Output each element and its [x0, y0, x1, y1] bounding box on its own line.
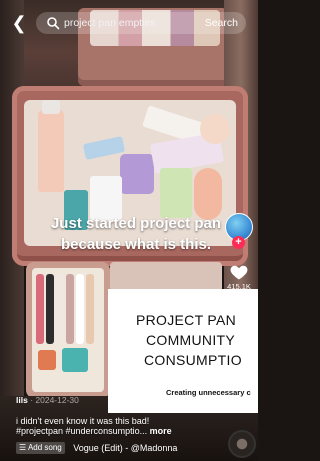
round-compact [200, 114, 230, 144]
video-overlay-caption: Just started project pan because what is… [50, 215, 222, 253]
lipstick [36, 274, 44, 344]
tube [56, 274, 64, 344]
song-title[interactable]: Vogue (Edit) - @Madonna [73, 442, 177, 454]
green-box [160, 168, 192, 218]
post-description[interactable]: i didn't even know it was this bad! #pro… [16, 416, 216, 436]
search-button[interactable]: Search [205, 16, 238, 30]
search-query-text[interactable]: project pan empties [64, 16, 156, 30]
tube [76, 274, 84, 344]
hashtags-line: #projectpan #underconsumptio... more [16, 426, 216, 436]
orange-jar [38, 350, 56, 370]
add-song-button[interactable]: ☰ Add song [16, 442, 65, 454]
tube-product [82, 136, 126, 160]
back-arrow-icon[interactable]: ❮ [8, 12, 30, 34]
tube [66, 274, 74, 344]
purple-jar [120, 154, 154, 194]
post-date-value: 2024-12-30 [35, 395, 79, 405]
lower-bin-contents [32, 268, 104, 392]
description-text: i didn't even know it was this bad! [16, 416, 150, 426]
hashtags[interactable]: #projectpan #underconsumptio... [16, 426, 147, 436]
more-button[interactable]: more [150, 426, 172, 436]
tube [86, 274, 94, 344]
plus-icon[interactable]: + [232, 236, 245, 249]
username[interactable]: lils [16, 395, 28, 405]
search-field[interactable]: project pan empties Search [36, 12, 246, 34]
bottle-cap [42, 100, 60, 114]
inset-card-title-line: COMMUNITY [146, 332, 236, 348]
inset-card-title-line: PROJECT PAN [136, 312, 237, 328]
post-meta: lils · 2024-12-30 [16, 395, 226, 405]
music-disc-icon[interactable] [228, 430, 256, 458]
teal-jar [62, 348, 88, 372]
mascara [46, 274, 54, 344]
side-bin [110, 262, 222, 292]
inset-card-title-line: CONSUMPTIO [144, 352, 242, 368]
serum-bottle [38, 110, 64, 192]
inset-card-title: PROJECT PAN COMMUNITY CONSUMPTIO [136, 310, 266, 370]
post-date: · 2024-12-30 [30, 395, 79, 405]
search-bar: ❮ project pan empties Search [0, 10, 258, 38]
music-row: ☰ Add song Vogue (Edit) - @Madonna [16, 442, 177, 455]
add-song-label: Add song [27, 443, 62, 452]
search-icon [47, 17, 60, 30]
heart-icon[interactable] [229, 262, 249, 282]
